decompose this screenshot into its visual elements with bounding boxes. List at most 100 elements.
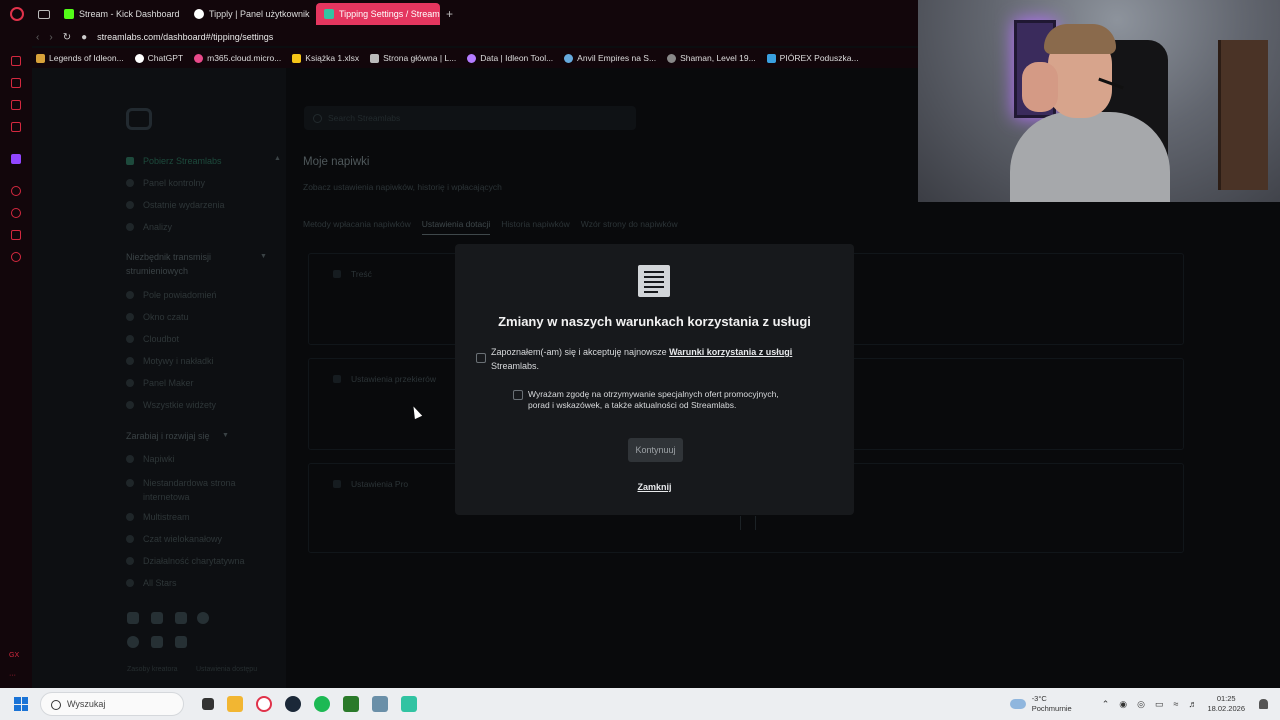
accept-terms-checkbox[interactable] (476, 353, 486, 363)
workspaces-icon[interactable] (38, 9, 50, 19)
ai-icon[interactable] (11, 56, 21, 66)
tipply-favicon-icon (194, 9, 204, 19)
bookmark-idleon-toolbox[interactable]: Data | Idleon Tool... (467, 53, 553, 63)
download-icon (126, 157, 134, 165)
sidebar-item-cloudbot[interactable]: Cloudbot (126, 334, 179, 344)
player-icon[interactable] (11, 186, 21, 196)
x-twitter-icon[interactable] (127, 612, 139, 624)
notifications-bell-icon[interactable] (1259, 699, 1268, 709)
search-input[interactable]: Search Streamlabs (304, 106, 636, 130)
sidebar-item-czat-wielokanalowy[interactable]: Czat wielokanałowy (126, 534, 222, 544)
streamlabs-logo-icon[interactable] (126, 108, 152, 130)
bookmark-anvil-empires[interactable]: Anvil Empires na S... (564, 53, 656, 63)
more-icon[interactable]: ··· (9, 672, 16, 679)
clock-date: 18.02.2026 (1207, 704, 1245, 713)
wifi-icon[interactable]: ≈ (1174, 699, 1179, 709)
sidebar-item-widzety[interactable]: Wszystkie widżety (126, 400, 216, 410)
card-title[interactable]: Treść (351, 269, 372, 279)
instagram-icon[interactable] (175, 612, 187, 624)
events-icon (126, 201, 134, 209)
close-link[interactable]: Zamknij (455, 482, 854, 492)
nvidia-icon[interactable] (343, 696, 359, 712)
sidebar-item-powiadomienia[interactable]: Pole powiadomień (126, 290, 217, 300)
widgets-icon (126, 401, 134, 409)
steam-icon[interactable] (285, 696, 301, 712)
settings-gear-icon[interactable] (11, 252, 21, 262)
network-app-icon[interactable] (372, 696, 388, 712)
youtube-icon[interactable] (151, 612, 163, 624)
linkedin-icon[interactable] (151, 636, 163, 648)
sidebar-section-zarabiaj[interactable]: Zarabiaj i rozwijaj się (126, 429, 210, 443)
sidebar-item-panel[interactable]: Panel kontrolny (126, 178, 205, 188)
discord-icon[interactable] (175, 636, 187, 648)
sidebar-item-czat[interactable]: Okno czatu (126, 312, 189, 322)
terms-link[interactable]: Warunki korzystania z usługi (669, 347, 792, 357)
mail-icon[interactable] (11, 122, 21, 132)
sidebar-item-wydarzenia[interactable]: Ostatnie wydarzenia (126, 200, 225, 210)
windows-start-icon[interactable] (14, 697, 28, 711)
bookmark-chatgpt[interactable]: ChatGPT (134, 53, 183, 63)
taskbar-search-input[interactable]: Wyszukaj (40, 692, 184, 716)
display-icon[interactable]: ▭ (1155, 699, 1164, 710)
url-field[interactable]: streamlabs.com/dashboard#/tipping/settin… (97, 32, 273, 42)
sidebar-item-analizy[interactable]: Analizy (126, 222, 172, 232)
spotify-icon[interactable] (314, 696, 330, 712)
forward-icon[interactable]: › (49, 32, 52, 43)
file-explorer-icon[interactable] (227, 696, 243, 712)
tab-wzor-strony[interactable]: Wzór strony do napiwków (581, 219, 678, 235)
sidebar-section-streaming[interactable]: Niezbędnik transmisji strumieniowych (126, 250, 246, 278)
collapse-chevron-icon[interactable]: ▲ (274, 155, 281, 162)
section-chevron-icon[interactable]: ▼ (222, 432, 229, 439)
tab-kick-dashboard[interactable]: Stream - Kick Dashboard (56, 3, 180, 25)
volume-icon[interactable]: ♬ (1188, 699, 1197, 709)
bookmark-shaman[interactable]: Shaman, Level 19... (667, 53, 756, 63)
streamlabs-app-icon[interactable] (401, 696, 417, 712)
tab-tipping-settings[interactable]: Tipping Settings / Streamla (316, 3, 440, 25)
reload-icon[interactable]: ↻ (63, 32, 71, 43)
bookmark-idleon[interactable]: Legends of Idleon... (36, 53, 124, 63)
bookmark-piorex[interactable]: PIÓREX Poduszka... (766, 53, 859, 63)
tab-metody[interactable]: Metody wpłacania napiwków (303, 219, 411, 235)
messenger-icon[interactable] (11, 100, 21, 110)
section-chevron-icon[interactable]: ▼ (260, 253, 267, 260)
sidebar-item-motywy[interactable]: Motywy i nakładki (126, 356, 214, 366)
sidebar-item-multistream[interactable]: Multistream (126, 512, 190, 522)
back-icon[interactable]: ‹ (36, 32, 39, 43)
tab-historia[interactable]: Historia napiwków (501, 219, 570, 235)
continue-button[interactable]: Kontynuuj (628, 438, 683, 462)
sidebar-item-all-stars[interactable]: All Stars (126, 578, 177, 588)
sidebar-item-label: Panel kontrolny (143, 178, 206, 188)
history-icon[interactable] (11, 208, 21, 218)
marketing-consent-checkbox[interactable] (513, 390, 523, 400)
clock[interactable]: 01:25 18.02.2026 (1207, 694, 1245, 714)
tiktok-icon[interactable] (197, 612, 209, 624)
accessibility-link[interactable]: Ustawienia dostępu (196, 666, 257, 673)
new-tab-button[interactable]: + (446, 7, 453, 21)
opera-gx-icon[interactable] (256, 696, 272, 712)
bookmark-ksiazka[interactable]: Książka 1.xlsx (292, 53, 359, 63)
card-title[interactable]: Ustawienia Pro (351, 479, 408, 489)
twitch-icon[interactable] (11, 154, 21, 164)
sidebar-item-pobierz[interactable]: Pobierz Streamlabs (126, 156, 222, 166)
task-view-icon[interactable] (202, 698, 214, 710)
network-tray-icon[interactable]: ◉ (1119, 699, 1127, 710)
microphone-icon[interactable]: ◎ (1137, 699, 1145, 710)
extensions-icon[interactable] (11, 230, 21, 240)
facebook-icon[interactable] (127, 636, 139, 648)
gx-control-label[interactable]: GX (9, 652, 19, 659)
sidebar-item-panel-maker[interactable]: Panel Maker (126, 378, 194, 388)
tab-ustawienia-dotacji[interactable]: Ustawienia dotacji (421, 219, 491, 235)
sidebar-item-napiwki[interactable]: Napiwki (126, 454, 175, 464)
creator-resources-link[interactable]: Zasoby kreatora (127, 666, 178, 673)
sidebar-item-strona[interactable]: Niestandardowa strona internetowa (126, 476, 246, 504)
card-title[interactable]: Ustawienia przekierów (351, 374, 436, 384)
bookmark-favicon-icon (194, 53, 204, 63)
opera-logo-icon[interactable] (10, 7, 24, 21)
weather-widget[interactable]: -3°C Pochmurnie (1032, 694, 1072, 714)
tab-tipply[interactable]: Tipply | Panel użytkownik (186, 3, 310, 25)
chevron-up-icon[interactable]: ⌃ (1102, 699, 1110, 710)
bookmark-strona-glowna[interactable]: Strona główna | L... (370, 53, 456, 63)
shopping-icon[interactable] (11, 78, 21, 88)
sidebar-item-charytatywna[interactable]: Działalność charytatywna (126, 556, 245, 566)
bookmark-m365[interactable]: m365.cloud.micro... (194, 53, 281, 63)
